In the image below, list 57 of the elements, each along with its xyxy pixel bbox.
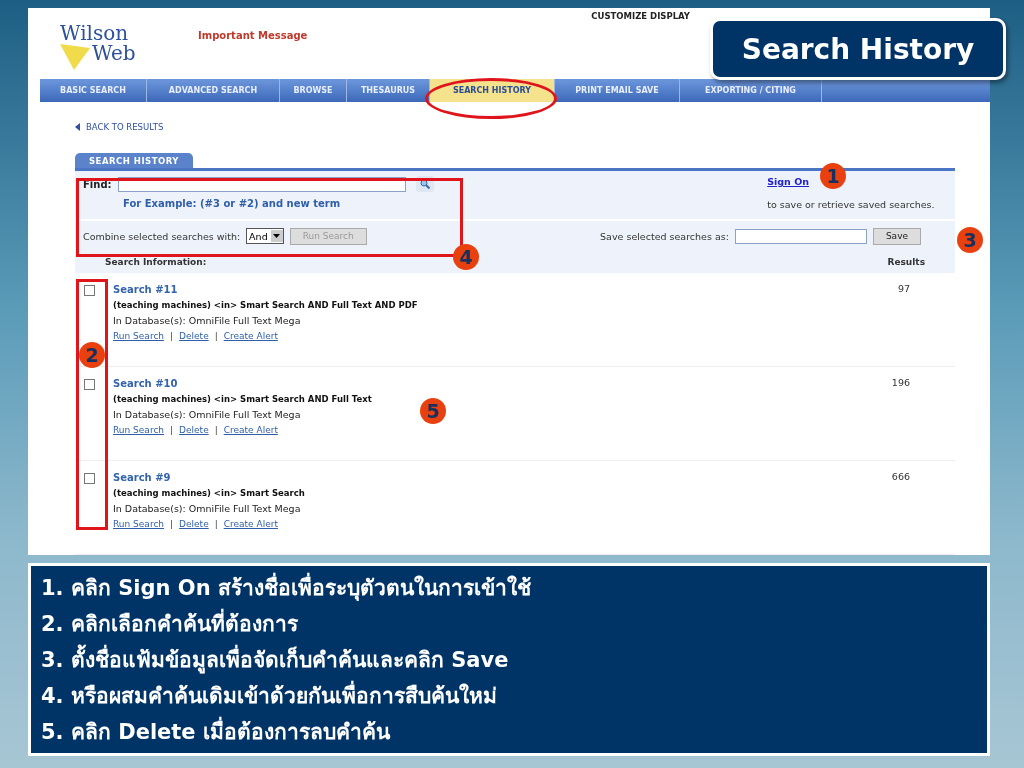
action-link[interactable]: Create Alert	[223, 331, 278, 341]
sign-on-link[interactable]: Sign On	[767, 176, 809, 187]
sign-on-hint: to save or retrieve saved searches.	[767, 199, 936, 210]
instruction-text: 5. คลิก Delete เมื่อต้องการลบคำค้น	[41, 716, 987, 747]
search-query: (teaching machines) <in> Smart Search	[113, 488, 305, 498]
separator-text: |	[170, 425, 174, 435]
search-checkbox[interactable]	[84, 379, 95, 390]
instruction-text: 1. คลิก Sign On สร้างชื่อเพื่อระบุตัวตนในการเข้าใช้	[41, 572, 987, 603]
column-header: Results	[887, 257, 925, 267]
result-count: 97	[897, 282, 911, 296]
important-message-link[interactable]: Important Message	[198, 30, 308, 41]
search-checkbox[interactable]	[84, 285, 95, 296]
panel-tab[interactable]: SEARCH HISTORY	[75, 153, 193, 168]
slide-title: Search History	[710, 18, 1006, 80]
separator-text: |	[170, 331, 174, 341]
search-title[interactable]: Search #9	[113, 472, 171, 483]
action-link[interactable]: Delete	[179, 331, 209, 341]
back-link-text: BACK TO RESULTS	[86, 122, 164, 133]
instruction-text: 3. ตั้งชื่อแฟ้มข้อมูลเพื่อจัดเก็บคำค้นและคลิก Save	[41, 644, 987, 675]
instruction-text: 4. หรือผสมคำค้นเดิมเข้าด้วยกันเพื่อการสืบค้นใหม่	[41, 680, 987, 711]
result-count: 666	[891, 470, 911, 484]
combine-label: Combine selected searches with:	[83, 230, 241, 242]
search-database: In Database(s): OmniFile Full Text Mega	[113, 503, 301, 514]
search-database: In Database(s): OmniFile Full Text Mega	[113, 315, 301, 326]
nav-tab[interactable]: SEARCH HISTORY	[430, 79, 555, 102]
search-title[interactable]: Search #11	[113, 284, 178, 295]
action-link[interactable]: Run Search	[113, 425, 165, 435]
action-link[interactable]: Delete	[179, 425, 209, 435]
back-link[interactable]: BACK TO RESULTS	[75, 121, 990, 133]
search-database: In Database(s): OmniFile Full Text Mega	[113, 409, 301, 420]
save-button[interactable]: Save	[872, 227, 921, 245]
separator-text: |	[214, 519, 218, 529]
search-icon	[419, 179, 430, 189]
search-title[interactable]: Search #10	[113, 378, 178, 389]
logo-text: Wilson	[60, 22, 129, 44]
logo-text: Web	[92, 42, 136, 64]
search-query: (teaching machines) <in> Smart Search AND Full Text AND PDF	[113, 300, 418, 310]
separator-text: |	[170, 519, 174, 529]
result-count: 196	[891, 376, 911, 390]
save-name-field[interactable]	[734, 228, 867, 244]
action-link[interactable]: Run Search	[113, 331, 165, 341]
search-query: (teaching machines) <in> Smart Search AND Full Text	[113, 394, 372, 404]
action-link[interactable]: Delete	[179, 519, 209, 529]
search-checkbox[interactable]	[84, 473, 95, 484]
instruction-text: 2. คลิกเลือกคำค้นที่ต้องการ	[41, 608, 987, 639]
separator-text: |	[214, 425, 218, 435]
save-label: Save selected searches as:	[600, 230, 729, 242]
action-link[interactable]: Create Alert	[223, 425, 278, 435]
action-link[interactable]: Create Alert	[223, 519, 278, 529]
example-hint: For Example: (#3 or #2) and new term	[123, 198, 342, 209]
column-header: Search Information:	[105, 257, 207, 267]
logo-swoosh-icon	[60, 44, 90, 70]
separator-text: |	[214, 331, 218, 341]
dropdown-caret-icon	[273, 234, 281, 238]
top-link[interactable]: CUSTOMIZE DISPLAY	[591, 11, 690, 21]
action-link[interactable]: Run Search	[113, 519, 165, 529]
back-arrow-icon	[75, 123, 80, 132]
